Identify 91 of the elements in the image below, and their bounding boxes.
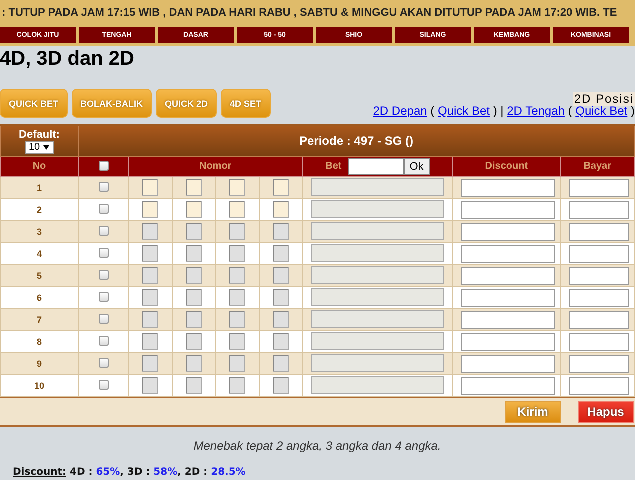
digit-input[interactable] <box>142 266 158 284</box>
digit-input[interactable] <box>142 288 158 306</box>
separator-text: ( <box>430 104 436 118</box>
digit-input[interactable] <box>229 354 246 372</box>
column-header: Bet <box>326 161 342 172</box>
clear-button[interactable]: Hapus <box>578 400 634 422</box>
digit-input[interactable] <box>229 266 246 284</box>
digit-input[interactable] <box>272 376 289 394</box>
description-text: Menebak tepat 2 angka, 3 angka dan 4 angka. <box>192 439 442 453</box>
digit-input[interactable] <box>186 288 202 306</box>
row-number: 10 <box>0 374 78 396</box>
digit-input[interactable] <box>229 288 246 306</box>
digit-input[interactable] <box>186 178 202 196</box>
discount-text: Discount: 4D : 65%, 3D : 58%, 2D : 28.5% <box>13 467 247 478</box>
digit-input[interactable] <box>272 222 289 240</box>
column-header: Bayar <box>560 156 634 176</box>
column-header: Nomor <box>128 156 303 176</box>
digit-input[interactable] <box>142 244 158 262</box>
row-number: 9 <box>0 352 78 374</box>
row-number: 3 <box>0 220 78 242</box>
digit-input[interactable] <box>272 200 289 218</box>
row-checkbox[interactable] <box>98 380 108 390</box>
row-checkbox[interactable] <box>98 204 108 214</box>
bayar-field <box>569 222 629 240</box>
column-header: Discount <box>452 156 561 176</box>
ok-button[interactable]: Ok <box>404 158 430 175</box>
digit-input[interactable] <box>186 222 202 240</box>
digit-input[interactable] <box>186 200 202 218</box>
digit-input[interactable] <box>186 310 202 328</box>
page-title: 4D, 3D dan 2D <box>0 48 136 72</box>
default-label: Default: <box>18 128 61 140</box>
separator-text: ( <box>567 104 574 118</box>
row-checkbox[interactable] <box>98 182 108 192</box>
digit-input[interactable] <box>186 244 202 262</box>
digit-input[interactable] <box>229 244 246 262</box>
link[interactable]: 2D Depan <box>373 104 428 118</box>
digit-input[interactable] <box>186 376 202 394</box>
digit-input[interactable] <box>186 332 202 350</box>
separator-text: ) | <box>492 104 505 118</box>
digit-input[interactable] <box>229 376 246 394</box>
digit-input[interactable] <box>229 178 246 196</box>
row-checkbox[interactable] <box>98 270 108 280</box>
row-number: 8 <box>0 330 78 352</box>
digit-input[interactable] <box>272 332 289 350</box>
digit-input[interactable] <box>272 310 289 328</box>
marquee-text: : TUTUP PADA JAM 17:15 WIB , DAN PADA HARI RABU , SABTU & MINGGU AKAN DITUTUP PADA JAM 17:20 WIB. TE <box>0 0 635 27</box>
digit-input[interactable] <box>272 178 289 196</box>
digit-input[interactable] <box>186 354 202 372</box>
digit-input[interactable] <box>142 200 158 218</box>
bayar-field <box>569 354 629 372</box>
digit-input[interactable] <box>272 354 289 372</box>
row-checkbox[interactable] <box>98 248 108 258</box>
posisi-label: 2D Posisi <box>573 92 635 106</box>
digit-input[interactable] <box>142 332 158 350</box>
digit-input[interactable] <box>229 200 246 218</box>
column-header: No <box>0 156 78 176</box>
link[interactable]: 2D Tengah <box>507 104 565 118</box>
separator-text: ) <box>630 104 635 118</box>
digit-input[interactable] <box>229 332 246 350</box>
row-number: 1 <box>0 176 78 198</box>
bayar-field <box>569 310 629 328</box>
link[interactable]: Quick Bet <box>438 104 490 118</box>
row-checkbox[interactable] <box>98 358 108 368</box>
digit-input[interactable] <box>142 354 158 372</box>
digit-input[interactable] <box>142 310 158 328</box>
row-checkbox[interactable] <box>98 226 108 236</box>
select-all-checkbox[interactable] <box>98 161 108 172</box>
row-count-select[interactable]: 10 <box>24 140 54 154</box>
digit-input[interactable] <box>186 266 202 284</box>
digit-input[interactable] <box>142 222 158 240</box>
link[interactable]: Quick Bet <box>576 104 628 118</box>
row-checkbox[interactable] <box>98 292 108 302</box>
row-number: 4 <box>0 242 78 264</box>
digit-input[interactable] <box>272 288 289 306</box>
row-checkbox[interactable] <box>98 336 108 346</box>
digit-input[interactable] <box>142 376 158 394</box>
bet-input[interactable] <box>348 158 404 175</box>
digit-input[interactable] <box>272 266 289 284</box>
row-number: 6 <box>0 286 78 308</box>
row-checkbox[interactable] <box>98 314 108 324</box>
bayar-field <box>569 178 629 196</box>
digit-input[interactable] <box>272 244 289 262</box>
digit-input[interactable] <box>229 310 246 328</box>
digit-input[interactable] <box>229 222 246 240</box>
row-number: 5 <box>0 264 78 286</box>
row-number: 2 <box>0 198 78 220</box>
row-number: 7 <box>0 308 78 330</box>
periode-heading: Periode : 497 - SG () <box>78 125 634 156</box>
digit-input[interactable] <box>142 178 158 196</box>
caret-icon <box>43 144 50 150</box>
bayar-field <box>569 266 629 284</box>
